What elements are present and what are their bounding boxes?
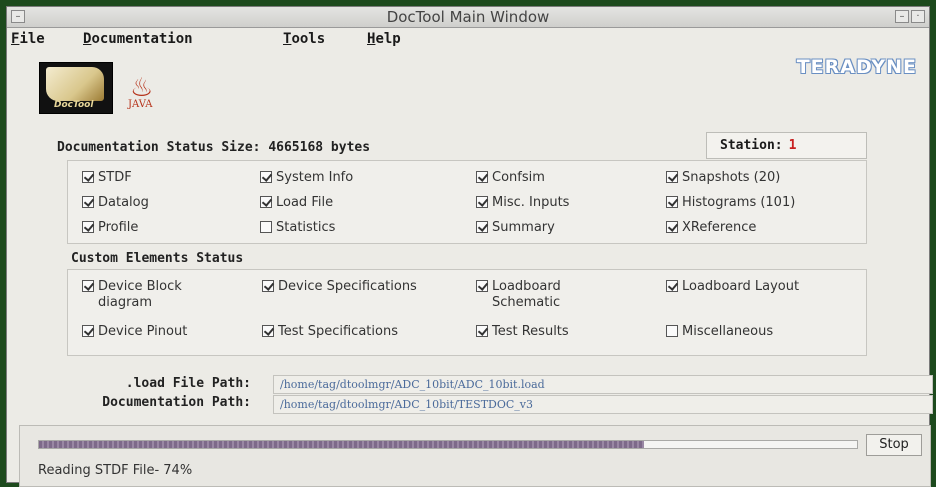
title-bar[interactable]: – DocTool Main Window – · [7,7,929,28]
menu-file[interactable]: File [11,31,45,47]
checkbox-box[interactable] [476,325,488,337]
book-icon [46,67,104,101]
checkbox-load-file[interactable]: Load File [260,195,333,211]
doc-status-group: STDF System Info Confsim Snapshots (20) … [67,160,867,244]
checkbox-box[interactable] [666,171,678,183]
checkbox-profile[interactable]: Profile [82,220,138,236]
station-number: 1 [788,138,797,153]
checkbox-box[interactable] [260,196,272,208]
doc-status-title: Documentation Status Size: 4665168 bytes [57,140,371,155]
window-title: DocTool Main Window [386,8,550,26]
checkbox-test-specifications[interactable]: Test Specifications [262,324,398,340]
checkbox-box[interactable] [666,280,678,292]
station-indicator: Station: 1 [706,132,867,159]
checkbox-miscellaneous[interactable]: Miscellaneous [666,324,773,340]
checkbox-system-info[interactable]: System Info [260,170,353,186]
doctool-main-window: – DocTool Main Window – · File Documenta… [6,6,933,487]
checkbox-device-block-diagram[interactable]: Device Block diagram [82,279,238,311]
checkbox-snapshots[interactable]: Snapshots (20) [666,170,780,186]
checkbox-misc-inputs[interactable]: Misc. Inputs [476,195,569,211]
java-logo: ♨ JAVA [128,73,154,110]
minimize-button[interactable]: – [895,10,909,23]
checkbox-statistics[interactable]: Statistics [260,220,335,236]
checkbox-summary[interactable]: Summary [476,220,555,236]
checkbox-box[interactable] [82,325,94,337]
checkbox-box[interactable] [476,221,488,233]
doc-path-label: Documentation Path: [102,395,251,410]
custom-status-title: Custom Elements Status [71,251,244,266]
status-text: Reading STDF File- 74% [38,463,193,478]
load-file-path-field[interactable]: /home/tag/dtoolmgr/ADC_10bit/ADC_10bit.l… [273,375,933,394]
checkbox-device-specifications[interactable]: Device Specifications [262,279,428,295]
checkbox-box[interactable] [262,280,274,292]
checkbox-loadboard-schematic[interactable]: Loadboard Schematic [476,279,612,311]
checkbox-box[interactable] [82,196,94,208]
checkbox-box[interactable] [262,325,274,337]
checkbox-box[interactable] [476,196,488,208]
checkbox-confsim[interactable]: Confsim [476,170,545,186]
checkbox-box[interactable] [260,171,272,183]
checkbox-device-pinout[interactable]: Device Pinout [82,324,187,340]
custom-status-group: Device Block diagram Device Specificatio… [67,269,867,356]
status-panel: Stop Reading STDF File- 74% [19,425,931,487]
checkbox-stdf[interactable]: STDF [82,170,132,186]
checkbox-box[interactable] [82,221,94,233]
checkbox-box[interactable] [476,171,488,183]
checkbox-box[interactable] [666,221,678,233]
progress-bar [38,440,858,449]
checkbox-box[interactable] [666,325,678,337]
checkbox-box[interactable] [666,196,678,208]
load-file-path-label: .load File Path: [125,376,251,391]
menu-tools[interactable]: Tools [283,31,325,47]
stop-button[interactable]: Stop [866,434,922,456]
progress-fill [39,441,645,448]
teradyne-logo: TERADYNE [796,56,917,78]
checkbox-datalog[interactable]: Datalog [82,195,149,211]
checkbox-loadboard-layout[interactable]: Loadboard Layout [666,279,802,295]
close-button[interactable]: · [911,10,925,23]
doc-path-field[interactable]: /home/tag/dtoolmgr/ADC_10bit/TESTDOC_v3 [273,395,933,414]
menu-bar: File Documentation Tools Help [7,28,929,50]
menu-documentation[interactable]: Documentation [83,31,193,47]
checkbox-box[interactable] [82,171,94,183]
menu-help[interactable]: Help [367,31,401,47]
doctool-logo: DocTool [39,62,113,114]
checkbox-box[interactable] [476,280,488,292]
checkbox-test-results[interactable]: Test Results [476,324,569,340]
checkbox-histograms[interactable]: Histograms (101) [666,195,795,211]
checkbox-box[interactable] [82,280,94,292]
checkbox-box[interactable] [260,221,272,233]
checkbox-xreference[interactable]: XReference [666,220,756,236]
